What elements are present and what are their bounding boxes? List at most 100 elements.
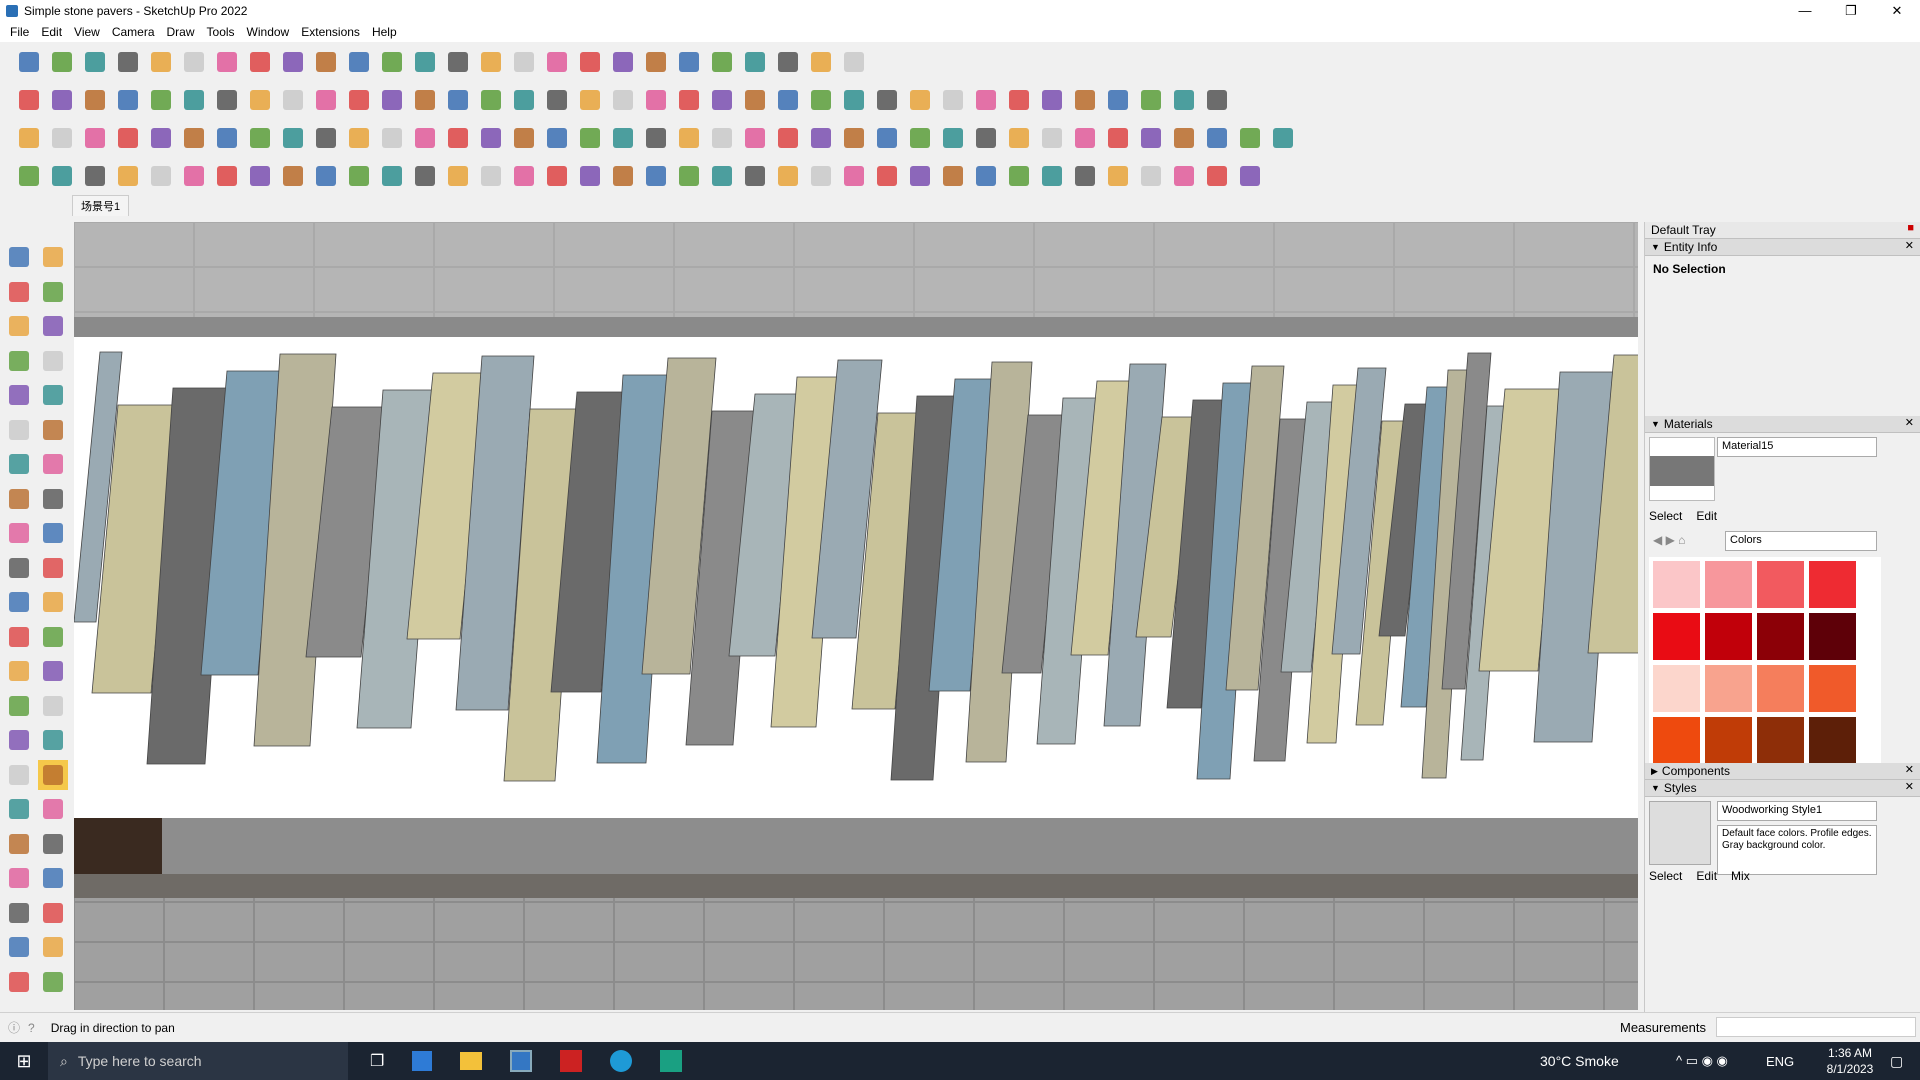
left-tool-icon[interactable]	[38, 691, 68, 721]
menu-edit[interactable]: Edit	[35, 25, 68, 39]
color-swatch[interactable]	[1705, 665, 1752, 712]
color-swatch[interactable]	[1705, 717, 1752, 763]
toolbar-tool-icon[interactable]	[740, 123, 770, 153]
left-tool-icon[interactable]	[4, 380, 34, 410]
toolbar-tool-icon[interactable]	[212, 47, 242, 77]
menu-tools[interactable]: Tools	[201, 25, 241, 39]
left-tool-icon[interactable]	[38, 967, 68, 997]
toolbar-tool-icon[interactable]	[344, 123, 374, 153]
color-swatch[interactable]	[1653, 561, 1700, 608]
toolbar-tool-icon[interactable]	[509, 161, 539, 191]
toolbar-tool-icon[interactable]	[377, 47, 407, 77]
color-swatch[interactable]	[1653, 717, 1700, 763]
collection-dropdown[interactable]: Colors	[1725, 531, 1877, 551]
left-tool-icon[interactable]	[38, 829, 68, 859]
system-tray-icons[interactable]: ^ ▭ ◉ ◉	[1676, 1053, 1728, 1069]
toolbar-tool-icon[interactable]	[608, 123, 638, 153]
toolbar-tool-icon[interactable]	[806, 161, 836, 191]
left-tool-icon[interactable]	[4, 898, 34, 928]
color-swatch[interactable]	[1653, 665, 1700, 712]
toolbar-tool-icon[interactable]	[1070, 85, 1100, 115]
toolbar-tool-icon[interactable]	[1004, 161, 1034, 191]
toolbar-tool-icon[interactable]	[410, 47, 440, 77]
left-tool-icon[interactable]	[38, 449, 68, 479]
style-name-field[interactable]: Woodworking Style1	[1717, 801, 1877, 821]
toolbar-tool-icon[interactable]	[245, 123, 275, 153]
materials-header[interactable]: ▼ Materials ✕	[1645, 416, 1920, 433]
toolbar-tool-icon[interactable]	[278, 85, 308, 115]
left-tool-icon[interactable]	[4, 656, 34, 686]
toolbar-tool-icon[interactable]	[872, 161, 902, 191]
toolbar-tool-icon[interactable]	[509, 47, 539, 77]
left-tool-icon[interactable]	[4, 449, 34, 479]
file-explorer-icon[interactable]	[460, 1052, 483, 1070]
color-swatch[interactable]	[1705, 561, 1752, 608]
toolbar-tool-icon[interactable]	[311, 47, 341, 77]
toolbar-tool-icon[interactable]	[278, 47, 308, 77]
toolbar-tool-icon[interactable]	[212, 85, 242, 115]
toolbar-tool-icon[interactable]	[80, 161, 110, 191]
toolbar-tool-icon[interactable]	[542, 161, 572, 191]
toolbar-tool-icon[interactable]	[1037, 161, 1067, 191]
toolbar-tool-icon[interactable]	[674, 123, 704, 153]
left-tool-icon[interactable]	[4, 553, 34, 583]
toolbar-tool-icon[interactable]	[971, 85, 1001, 115]
toolbar-tool-icon[interactable]	[443, 85, 473, 115]
toolbar-tool-icon[interactable]	[344, 47, 374, 77]
toolbar-tool-icon[interactable]	[146, 161, 176, 191]
autocad-taskbar-icon[interactable]	[560, 1050, 583, 1072]
color-swatch[interactable]	[1757, 561, 1804, 608]
edge-browser-icon[interactable]	[610, 1050, 633, 1072]
toolbar-tool-icon[interactable]	[245, 47, 275, 77]
material-name-field[interactable]: Material15	[1717, 437, 1877, 457]
left-tool-icon[interactable]	[38, 587, 68, 617]
taskbar-search[interactable]: ⌕ Type here to search	[48, 1042, 348, 1080]
toolbar-tool-icon[interactable]	[905, 123, 935, 153]
toolbar-tool-icon[interactable]	[1070, 123, 1100, 153]
toolbar-tool-icon[interactable]	[443, 47, 473, 77]
toolbar-tool-icon[interactable]	[14, 161, 44, 191]
toolbar-tool-icon[interactable]	[245, 85, 275, 115]
toolbar-tool-icon[interactable]	[641, 47, 671, 77]
left-tool-icon[interactable]	[4, 484, 34, 514]
color-swatch[interactable]	[1809, 561, 1856, 608]
toolbar-tool-icon[interactable]	[1202, 85, 1232, 115]
maximize-button[interactable]: ❐	[1828, 0, 1874, 22]
toolbar-tool-icon[interactable]	[773, 123, 803, 153]
components-header[interactable]: ▶ Components ✕	[1645, 763, 1920, 780]
left-tool-icon[interactable]	[4, 242, 34, 272]
left-tool-icon[interactable]	[38, 553, 68, 583]
toolbar-tool-icon[interactable]	[1103, 123, 1133, 153]
left-tool-icon[interactable]	[38, 311, 68, 341]
toolbar-tool-icon[interactable]	[938, 161, 968, 191]
left-tool-icon[interactable]	[4, 863, 34, 893]
left-tool-icon[interactable]	[38, 242, 68, 272]
toolbar-tool-icon[interactable]	[1004, 85, 1034, 115]
left-tool-icon[interactable]	[38, 484, 68, 514]
3dsmax-taskbar-icon[interactable]	[660, 1050, 683, 1072]
left-tool-icon[interactable]	[4, 415, 34, 445]
toolbar-tool-icon[interactable]	[14, 123, 44, 153]
toolbar-tool-icon[interactable]	[938, 85, 968, 115]
color-swatch[interactable]	[1653, 613, 1700, 660]
toolbar-tool-icon[interactable]	[806, 85, 836, 115]
toolbar-tool-icon[interactable]	[872, 123, 902, 153]
toolbar-tool-icon[interactable]	[1037, 123, 1067, 153]
toolbar-tool-icon[interactable]	[146, 47, 176, 77]
color-swatch[interactable]	[1809, 717, 1856, 763]
toolbar-tool-icon[interactable]	[146, 123, 176, 153]
toolbar-tool-icon[interactable]	[179, 161, 209, 191]
toolbar-tool-icon[interactable]	[971, 161, 1001, 191]
toolbar-tool-icon[interactable]	[113, 161, 143, 191]
left-tool-icon[interactable]	[4, 760, 34, 790]
toolbar-tool-icon[interactable]	[443, 123, 473, 153]
toolbar-tool-icon[interactable]	[839, 85, 869, 115]
clock[interactable]: 1:36 AM 8/1/2023	[1820, 1045, 1880, 1077]
menu-help[interactable]: Help	[366, 25, 403, 39]
calculator-app-icon[interactable]	[412, 1051, 433, 1071]
materials-select-tab[interactable]: Select	[1649, 509, 1682, 523]
toolbar-tool-icon[interactable]	[938, 123, 968, 153]
toolbar-tool-icon[interactable]	[113, 85, 143, 115]
toolbar-tool-icon[interactable]	[1169, 85, 1199, 115]
toolbar-tool-icon[interactable]	[674, 161, 704, 191]
